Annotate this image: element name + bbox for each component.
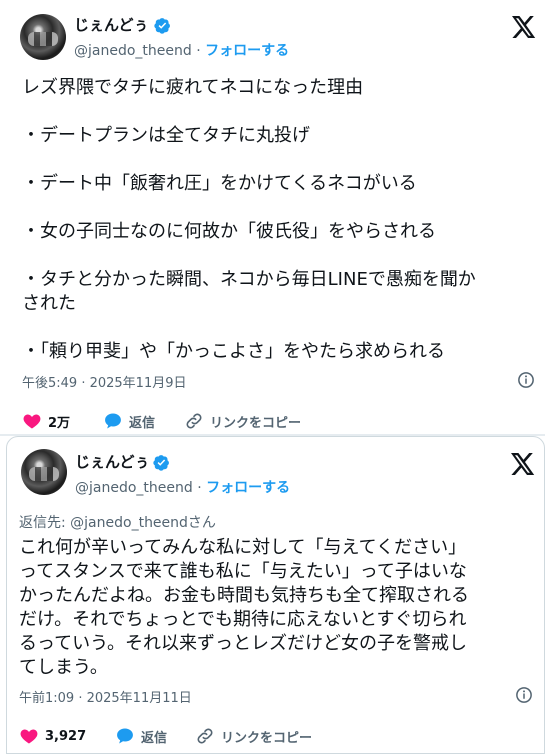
- copy-link-label: リンクをコピー: [210, 415, 302, 431]
- copy-link-button[interactable]: リンクをコピー: [184, 411, 301, 431]
- heart-icon: [20, 729, 38, 744]
- reply-to[interactable]: 返信先: @janedo_theendさん: [19, 512, 216, 532]
- like-button[interactable]: 2万: [22, 411, 70, 431]
- handle-row: @janedo_theend · フォローする: [75, 477, 290, 497]
- copy-link-label: リンクをコピー: [221, 730, 313, 746]
- avatar[interactable]: [21, 449, 67, 495]
- link-icon: [186, 413, 202, 429]
- x-logo-icon[interactable]: [511, 453, 535, 475]
- handle[interactable]: @janedo_theend: [75, 480, 193, 496]
- reply-label: 返信: [141, 730, 168, 746]
- separator: ·: [197, 480, 202, 496]
- follow-button[interactable]: フォローする: [205, 43, 289, 59]
- verified-badge-icon: [154, 18, 170, 34]
- like-button[interactable]: 3,927: [19, 726, 86, 746]
- handle[interactable]: @janedo_theend: [74, 43, 192, 59]
- heart-icon: [23, 414, 41, 429]
- x-logo-icon[interactable]: [512, 16, 536, 38]
- reply-bubble-icon: [105, 413, 121, 429]
- reply-bubble-icon: [117, 728, 133, 744]
- tweet-text: レズ界隈でタチに疲れてネコになった理由 ・デートプランは全てタチに丸投げ ・デー…: [22, 77, 476, 362]
- copy-link-button[interactable]: リンクをコピー: [195, 726, 312, 746]
- verified-badge-icon: [153, 455, 169, 471]
- link-icon: [197, 728, 213, 744]
- timestamp[interactable]: 午前1:09 · 2025年11月11日: [19, 687, 192, 706]
- tweet-text: これ何が辛いってみんな私に対して「与えてください」 ってスタンスで来て誰も私に「…: [19, 537, 469, 678]
- reply-button[interactable]: 返信: [115, 726, 167, 746]
- separator: ·: [196, 43, 201, 59]
- reply-button[interactable]: 返信: [103, 411, 155, 431]
- handle-row: @janedo_theend · フォローする: [74, 40, 289, 60]
- avatar[interactable]: [20, 14, 66, 60]
- follow-button[interactable]: フォローする: [206, 480, 290, 496]
- like-count: 2万: [48, 415, 71, 431]
- timestamp[interactable]: 午後5:49 · 2025年11月9日: [22, 372, 187, 391]
- info-icon[interactable]: [515, 686, 533, 704]
- tweet-card-2: じぇんどぅ @janedo_theend · フォローする 返信先: @jane…: [6, 436, 545, 754]
- like-count: 3,927: [45, 728, 87, 744]
- reply-label: 返信: [129, 415, 156, 431]
- tweet-card-1: じぇんどぅ @janedo_theend · フォローする レズ界隈でタチに疲れ…: [0, 0, 545, 434]
- display-name[interactable]: じぇんどぅ: [74, 14, 149, 35]
- info-icon[interactable]: [517, 371, 535, 389]
- display-name[interactable]: じぇんどぅ: [75, 451, 150, 472]
